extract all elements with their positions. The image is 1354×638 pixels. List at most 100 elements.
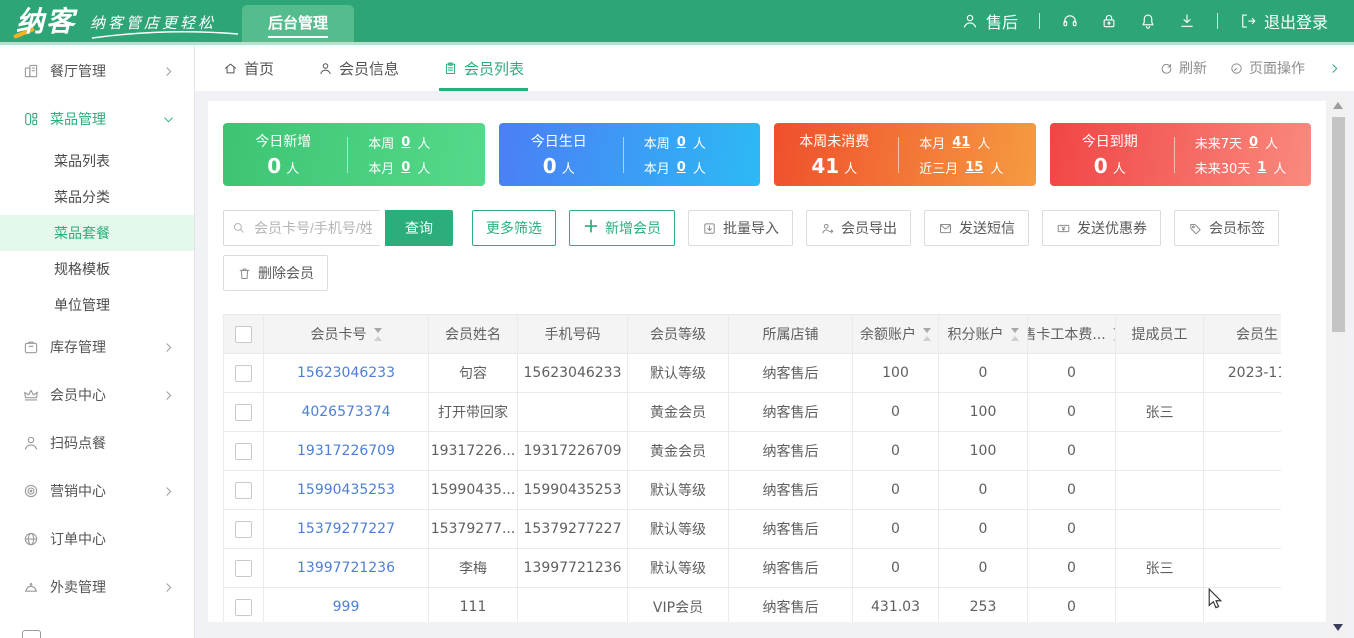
scroll-down-arrow-icon[interactable] xyxy=(1333,624,1343,631)
tab-member-info[interactable]: 会员信息 xyxy=(318,45,399,91)
divider xyxy=(898,137,899,173)
vertical-scrollbar[interactable] xyxy=(1330,95,1347,638)
member-card-link[interactable]: 15379277227 xyxy=(297,521,395,537)
chevron-down-icon xyxy=(161,112,176,127)
member-card-link[interactable]: 19317226709 xyxy=(297,443,395,459)
chevron-right-icon[interactable] xyxy=(1327,61,1342,76)
sidebar-subitem-dish-combo[interactable]: 菜品套餐 xyxy=(0,215,194,251)
search-input[interactable] xyxy=(223,210,380,246)
stat-card-new-today: 今日新增 0人 本周0人 本月0人 xyxy=(223,123,485,186)
balance-cell: 0 xyxy=(853,393,939,431)
stat-link[interactable]: 15 xyxy=(965,160,983,175)
trash-icon xyxy=(237,266,252,281)
stat-link[interactable]: 0 xyxy=(401,160,410,175)
store-cell: 纳客售后 xyxy=(729,393,853,431)
staff-cell: 张三 xyxy=(1116,393,1204,431)
backend-admin-tab[interactable]: 后台管理 xyxy=(242,5,354,42)
member-card-link[interactable]: 4026573374 xyxy=(301,404,390,420)
tab-member-list[interactable]: 会员列表 xyxy=(443,45,524,91)
sort-toggle[interactable] xyxy=(374,328,382,341)
member-export-button[interactable]: 会员导出 xyxy=(806,210,911,246)
stat-link[interactable]: 0 xyxy=(1249,135,1258,150)
target-icon xyxy=(22,482,40,500)
sidebar-item-restaurant[interactable]: 餐厅管理 xyxy=(0,47,194,95)
sidebar: 餐厅管理 菜品管理 菜品列表 菜品分类 菜品套餐 规格模板 单位管理 库存管理 … xyxy=(0,45,195,638)
sidebar-item-takeout[interactable]: 外卖管理 xyxy=(0,563,194,611)
add-member-button[interactable]: ＋新增会员 xyxy=(569,210,675,246)
member-card-link[interactable]: 15990435253 xyxy=(297,482,395,498)
coupon-icon xyxy=(1056,221,1071,236)
stat-link[interactable]: 0 xyxy=(677,160,686,175)
aftersale-user[interactable]: 售后 xyxy=(961,9,1018,33)
toolbar: 查询 更多筛选 ＋新增会员 批量导入 会员导出 发送短信 发送优惠券 xyxy=(223,210,1311,246)
scrollbar-thumb[interactable] xyxy=(1332,117,1345,332)
stat-link[interactable]: 1 xyxy=(1257,160,1266,175)
staff-cell xyxy=(1116,510,1204,548)
refresh-button[interactable]: 刷新 xyxy=(1159,58,1207,78)
brand-slogan: 纳客管店更轻松 xyxy=(90,12,216,33)
stat-link[interactable]: 41 xyxy=(952,135,970,150)
search-button[interactable]: 查询 xyxy=(385,210,453,246)
row-checkbox[interactable] xyxy=(235,443,252,460)
person-icon xyxy=(961,12,979,30)
page-operations-button[interactable]: 页面操作 xyxy=(1229,58,1305,78)
sidebar-subitem-dish-list[interactable]: 菜品列表 xyxy=(0,143,194,179)
select-all-checkbox[interactable] xyxy=(235,326,252,343)
birthday-cell: 2023-11 xyxy=(1204,354,1281,392)
table-row: 15379277227 15379277... 15379277227 默认等级… xyxy=(224,510,1281,549)
level-cell: 黄金会员 xyxy=(628,393,729,431)
table-body: 15623046233 句容 15623046233 默认等级 纳客售后 100… xyxy=(224,354,1281,622)
sidebar-item-scan-order[interactable]: 扫码点餐 xyxy=(0,419,194,467)
divider xyxy=(1217,13,1218,29)
admin-tab-underline xyxy=(268,36,328,38)
lock-icon[interactable] xyxy=(1100,12,1118,30)
logout-button[interactable]: 退出登录 xyxy=(1239,9,1328,33)
download-icon[interactable] xyxy=(1178,12,1196,30)
store-cell: 纳客售后 xyxy=(729,510,853,548)
tab-home[interactable]: 首页 xyxy=(223,45,274,91)
send-sms-button[interactable]: 发送短信 xyxy=(924,210,1029,246)
bell-icon[interactable] xyxy=(1139,12,1157,30)
stat-link[interactable]: 0 xyxy=(677,135,686,150)
member-name-cell: 19317226... xyxy=(429,432,518,470)
delete-member-button[interactable]: 删除会员 xyxy=(223,255,328,291)
send-coupon-button[interactable]: 发送优惠券 xyxy=(1042,210,1161,246)
logout-icon xyxy=(1239,12,1257,30)
plus-icon: ＋ xyxy=(583,220,599,236)
sidebar-subitem-unit-manage[interactable]: 单位管理 xyxy=(0,287,194,323)
member-card-link[interactable]: 15623046233 xyxy=(297,365,395,381)
search-box xyxy=(223,210,380,246)
more-filter-button[interactable]: 更多筛选 xyxy=(472,210,556,246)
sidebar-subitem-dish-category[interactable]: 菜品分类 xyxy=(0,179,194,215)
row-checkbox[interactable] xyxy=(235,599,252,616)
scroll-up-arrow-icon[interactable] xyxy=(1333,102,1343,109)
divider xyxy=(347,137,348,173)
points-cell: 0 xyxy=(939,471,1028,509)
sidebar-item-member-center[interactable]: 会员中心 xyxy=(0,371,194,419)
row-checkbox[interactable] xyxy=(235,521,252,538)
sidebar-item-marketing[interactable]: 营销中心 xyxy=(0,467,194,515)
divider xyxy=(1039,13,1040,29)
stat-link[interactable]: 0 xyxy=(401,135,410,150)
sidebar-item-order-center[interactable]: 订单中心 xyxy=(0,515,194,563)
home-icon xyxy=(223,61,238,76)
row-checkbox[interactable] xyxy=(235,365,252,382)
headset-icon[interactable] xyxy=(1061,12,1079,30)
row-checkbox[interactable] xyxy=(235,482,252,499)
member-tag-button[interactable]: 会员标签 xyxy=(1174,210,1279,246)
batch-import-button[interactable]: 批量导入 xyxy=(688,210,793,246)
table-header-row: 会员卡号 会员姓名 手机号码 会员等级 所属店铺 余额账户 积分账户 售卡工本费… xyxy=(224,315,1281,354)
sidebar-item-inventory[interactable]: 库存管理 xyxy=(0,323,194,371)
birthday-cell xyxy=(1204,432,1281,470)
main-area: 首页 会员信息 会员列表 刷新 页面操作 xyxy=(195,45,1354,638)
sort-toggle[interactable] xyxy=(923,328,931,341)
member-list-panel: 今日新增 0人 本周0人 本月0人 今日生日 0人 xyxy=(208,101,1326,622)
member-card-link[interactable]: 999 xyxy=(333,599,360,615)
member-card-link[interactable]: 13997721236 xyxy=(297,560,395,576)
sort-toggle[interactable] xyxy=(1011,328,1019,341)
sidebar-subitem-spec-template[interactable]: 规格模板 xyxy=(0,251,194,287)
person-icon xyxy=(22,434,40,452)
row-checkbox[interactable] xyxy=(235,404,252,421)
sidebar-item-dishes[interactable]: 菜品管理 xyxy=(0,95,194,143)
row-checkbox[interactable] xyxy=(235,560,252,577)
